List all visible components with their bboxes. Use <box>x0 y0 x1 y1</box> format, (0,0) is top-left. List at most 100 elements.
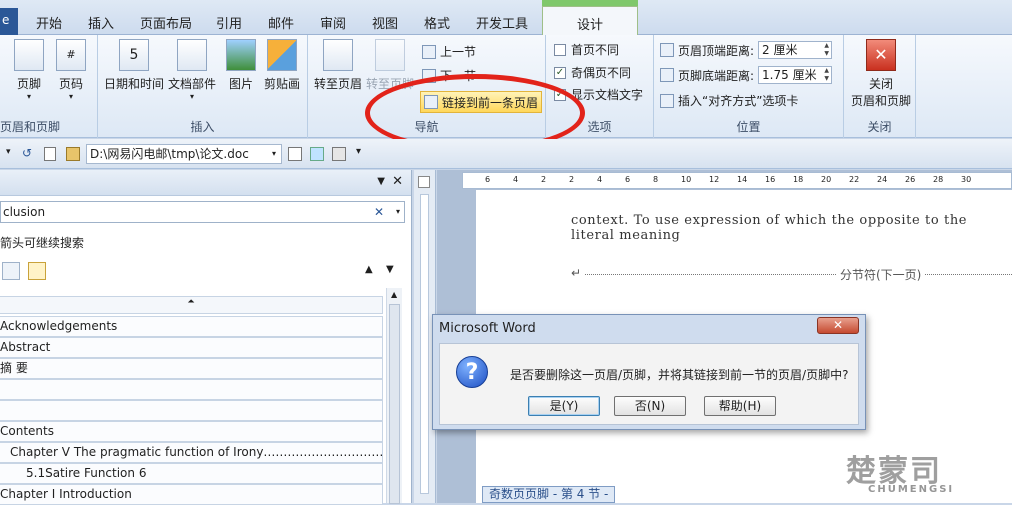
close-header-footer-button[interactable]: ✕ 关闭 页眉和页脚 <box>850 39 912 109</box>
paste-icon[interactable] <box>66 147 80 161</box>
page-number-label: 页码 <box>58 77 83 91</box>
ruler-tick-label: 24 <box>877 175 888 184</box>
tab-page-layout[interactable]: 页面布局 <box>140 13 192 32</box>
list-item[interactable] <box>0 400 383 421</box>
date-time-label: 日期和时间 <box>104 77 165 91</box>
prev-section-button[interactable]: 上一节 <box>422 43 476 60</box>
next-result-icon[interactable]: ▼ <box>386 264 394 275</box>
file-path-field[interactable]: D:\网易闪电邮\tmp\论文.doc <box>86 144 282 164</box>
list-item[interactable]: Abstract <box>0 337 383 358</box>
clear-search-icon[interactable]: ✕ <box>374 202 384 222</box>
help-button[interactable]: 帮助(H) <box>704 396 776 416</box>
ruler-tick-label: 4 <box>513 175 519 184</box>
date-time-button[interactable]: 5 日期和时间 <box>104 39 164 92</box>
list-item[interactable]: Contents <box>0 421 383 442</box>
checkmark-icon: ✓ <box>554 66 566 79</box>
thumbnail-view-icon[interactable] <box>2 262 20 280</box>
dialog-close-button[interactable]: ✕ <box>817 317 859 334</box>
group-close: ✕ 关闭 页眉和页脚 关闭 <box>844 35 916 138</box>
list-item[interactable] <box>0 379 383 400</box>
tab-design[interactable]: 设计 <box>542 6 638 36</box>
ruler-tick-label: 2 <box>541 175 547 184</box>
file-tab[interactable]: e <box>0 8 18 35</box>
ruler-tick-label: 22 <box>849 175 860 184</box>
collapse-up-button[interactable]: ⏶ <box>0 296 383 314</box>
align-tab-icon <box>660 93 674 108</box>
insert-align-tab-button[interactable]: 插入“对齐方式”选项卡 <box>660 92 798 109</box>
tab-format[interactable]: 格式 <box>424 13 450 32</box>
group-header-footer: 页脚 ▾ # 页码 ▾ 页眉和页脚 <box>0 35 98 138</box>
search-input[interactable]: clusion ✕ ▾ <box>0 201 405 223</box>
close-label-line1: 关闭 <box>868 77 893 91</box>
doc-parts-button[interactable]: 文档部件 ▾ <box>168 39 216 101</box>
tab-references[interactable]: 引用 <box>216 13 242 32</box>
diff-first-page-label: 首页不同 <box>571 43 620 57</box>
tab-developer[interactable]: 开发工具 <box>476 13 528 32</box>
horizontal-ruler[interactable]: 6 4 2 2 4 6 8 10 12 14 16 18 20 22 24 26 28 30 <box>462 172 1012 189</box>
list-item[interactable]: 摘 要 <box>0 358 383 379</box>
checkbox-icon <box>554 43 566 56</box>
chevron-down-icon[interactable]: ▾ <box>272 149 276 158</box>
pane-menu-icon[interactable]: ▼ <box>377 176 385 187</box>
diff-odd-even-label: 奇偶页不同 <box>571 66 632 80</box>
results-view-icon[interactable] <box>28 262 46 280</box>
ruler-tick-label: 18 <box>793 175 804 184</box>
prev-section-icon <box>422 44 436 59</box>
dropdown-arrow-icon[interactable]: ▾ <box>6 147 11 157</box>
search-options-icon[interactable]: ▾ <box>396 202 400 222</box>
navigation-pane: ▼ ✕ clusion ✕ ▾ 箭头可继续搜索 ▲ ▼ ⏶ Acknowledg… <box>0 170 412 505</box>
picture-button[interactable]: 图片 <box>226 39 256 92</box>
footer-button[interactable]: 页脚 ▾ <box>14 39 44 101</box>
header-top-spinner[interactable]: 2 厘米 <box>758 41 833 59</box>
ruler-tick-label: 2 <box>569 175 575 184</box>
picture-icon[interactable] <box>310 147 324 161</box>
goto-header-button[interactable]: 转至页眉 <box>314 39 362 92</box>
watermark-logo: 楚蒙司 CHUMENGSI <box>846 454 955 495</box>
ruler-tick-label: 30 <box>961 175 972 184</box>
heading-list: Acknowledgements Abstract 摘 要 Contents C… <box>0 316 383 505</box>
nav-pane-header: ▼ ✕ <box>0 170 411 196</box>
page-number-button[interactable]: # 页码 ▾ <box>56 39 86 101</box>
page-number-icon: # <box>56 39 86 71</box>
footer-distance-icon <box>660 68 674 82</box>
ruler-tick-label: 4 <box>597 175 603 184</box>
footer-button-label: 页脚 <box>16 77 41 91</box>
tab-view[interactable]: 视图 <box>372 13 398 32</box>
list-item[interactable]: Acknowledgements <box>0 316 383 337</box>
group-label-close: 关闭 <box>867 120 892 134</box>
group-label-header-footer: 页眉和页脚 <box>0 120 61 134</box>
tab-home[interactable]: 开始 <box>36 13 62 32</box>
yes-button[interactable]: 是(Y) <box>528 396 600 416</box>
ruler-tick-label: 10 <box>681 175 692 184</box>
customize-toolbar-icon[interactable]: ▾ <box>356 146 361 157</box>
tab-mailings[interactable]: 邮件 <box>268 13 294 32</box>
no-button[interactable]: 否(N) <box>614 396 686 416</box>
tab-stop-selector[interactable] <box>418 176 430 188</box>
redo-icon[interactable]: ↺ <box>22 146 32 160</box>
tab-review[interactable]: 审阅 <box>320 13 346 32</box>
new-doc-icon[interactable] <box>44 147 56 161</box>
ruler-tick-label: 26 <box>905 175 916 184</box>
paragraph-mark-icon: ↵ <box>571 266 582 280</box>
ruler-tick-label: 8 <box>653 175 659 184</box>
ribbon-tab-bar: e 开始 插入 页面布局 引用 邮件 审阅 视图 格式 开发工具 设计 <box>0 0 1012 36</box>
footer-bottom-spinner[interactable]: 1.75 厘米 <box>758 66 833 84</box>
format-painter-icon[interactable] <box>332 147 346 161</box>
header-top-label: 页眉顶端距离: <box>678 43 755 58</box>
diff-odd-even-checkbox[interactable]: ✓ 奇偶页不同 <box>554 64 631 81</box>
print-preview-icon[interactable] <box>288 147 302 161</box>
tab-insert[interactable]: 插入 <box>88 13 114 32</box>
ruler-tick-label: 20 <box>821 175 832 184</box>
clipart-button[interactable]: 剪贴画 <box>264 39 300 92</box>
group-label-position: 位置 <box>736 120 761 134</box>
list-item[interactable]: Chapter I Introduction <box>0 484 383 505</box>
list-item[interactable]: 5.1Satire Function 6 <box>0 463 383 484</box>
previous-result-icon[interactable]: ▲ <box>365 264 373 275</box>
list-item[interactable]: Chapter V The pragmatic function of Iron… <box>0 442 383 463</box>
picture-label: 图片 <box>228 77 253 91</box>
diff-first-page-checkbox[interactable]: 首页不同 <box>554 41 619 58</box>
nav-scrollbar[interactable]: ▲ <box>386 288 402 504</box>
goto-footer-icon <box>375 39 405 71</box>
header-top-distance: 页眉顶端距离: 2 厘米 <box>660 41 833 59</box>
close-icon[interactable]: ✕ <box>392 174 403 189</box>
